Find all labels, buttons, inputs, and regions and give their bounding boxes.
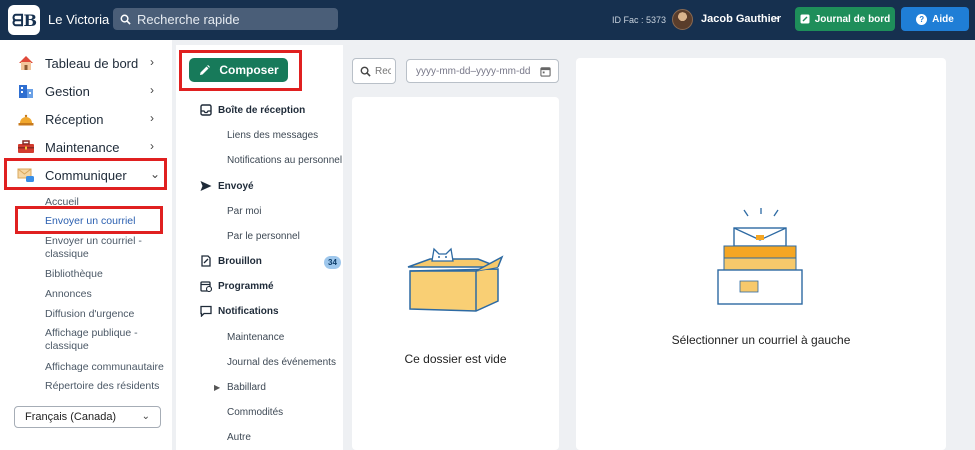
empty-box-cat-illustration xyxy=(407,247,504,312)
svg-text:ᗺB: ᗺB xyxy=(12,11,37,30)
sidebar-item-label: Maintenance xyxy=(45,140,120,155)
chevron-right-icon: › xyxy=(150,111,154,125)
folder-notifications[interactable]: Notifications xyxy=(218,306,279,317)
avatar[interactable] xyxy=(672,9,693,30)
sidebar: Tableau de bord › Gestion › Réception › … xyxy=(0,40,172,450)
folder-inbox-staff-notifications[interactable]: Notifications au personnel xyxy=(227,155,342,166)
app-name: Le Victoria xyxy=(48,12,110,27)
select-email-text: Sélectionner un courriel à gauche xyxy=(671,333,851,347)
journal-button[interactable]: Journal de bord xyxy=(795,7,895,31)
app-logo[interactable]: ᗺB xyxy=(8,5,40,35)
folder-draft[interactable]: Brouillon xyxy=(218,256,262,267)
user-name[interactable]: Jacob Gauthier xyxy=(701,13,781,25)
draft-count-badge: 34 xyxy=(324,256,341,269)
folder-sent-by-staff[interactable]: Par le personnel xyxy=(227,231,300,242)
sidebar-subitem-affichage-publique[interactable]: Affichage publique - classique xyxy=(45,327,170,353)
highlight-envoyer-courriel xyxy=(15,206,163,234)
inbox-icon xyxy=(200,104,212,116)
sidebar-subitem-bibliotheque[interactable]: Bibliothèque xyxy=(45,268,170,281)
pencil-note-icon xyxy=(800,14,810,24)
toolbox-icon xyxy=(18,140,34,153)
chevron-down-icon: ⌄ xyxy=(141,411,150,422)
message-detail-pane: Sélectionner un courriel à gauche xyxy=(576,58,946,450)
language-select[interactable]: Français (Canada) ⌄ xyxy=(14,406,161,428)
sidebar-item-label: Tableau de bord xyxy=(45,56,139,71)
chat-bubble-icon xyxy=(200,305,212,317)
folder-panel: Composer Boîte de réception Liens des me… xyxy=(176,45,343,450)
house-icon xyxy=(19,56,33,70)
folder-inbox-links[interactable]: Liens des messages xyxy=(227,130,318,141)
question-icon: ? xyxy=(916,13,928,25)
folder-inbox[interactable]: Boîte de réception xyxy=(218,105,305,116)
top-bar: ᗺB Le Victoria Recherche rapide ID Fac :… xyxy=(0,0,975,40)
sidebar-item-gestion[interactable]: Gestion › xyxy=(0,78,172,104)
folder-notif-autre[interactable]: Autre xyxy=(227,432,251,443)
sidebar-item-label: Gestion xyxy=(45,84,90,99)
sidebar-subitem-affichage-communautaire[interactable]: Affichage communautaire xyxy=(45,361,170,374)
folder-scheduled[interactable]: Programmé xyxy=(218,281,274,292)
folder-notif-event-log[interactable]: Journal des événements xyxy=(227,357,336,368)
sidebar-subitem-envoyer-classique[interactable]: Envoyer un courriel - classique xyxy=(45,235,170,261)
folder-sent-by-me[interactable]: Par moi xyxy=(227,206,261,217)
draft-icon xyxy=(201,255,211,267)
logo-icon: ᗺB xyxy=(12,11,37,30)
sidebar-item-dashboard[interactable]: Tableau de bord › xyxy=(0,50,172,76)
help-label: Aide xyxy=(932,13,954,25)
sidebar-subitem-repertoire[interactable]: Répertoire des résidents xyxy=(45,380,170,393)
sidebar-item-reception[interactable]: Réception › xyxy=(0,106,172,132)
service-bell-icon xyxy=(18,114,34,126)
folder-notif-babillard[interactable]: Babillard xyxy=(227,382,266,393)
sidebar-item-maintenance[interactable]: Maintenance › xyxy=(0,134,172,160)
calendar-clock-icon xyxy=(200,281,212,292)
message-list-pane: Ce dossier est vide xyxy=(352,97,559,450)
chevron-down-icon[interactable]: ⌄ xyxy=(773,11,781,22)
sidebar-subitem-diffusion-urgence[interactable]: Diffusion d'urgence xyxy=(45,308,170,321)
sidebar-item-label: Réception xyxy=(45,112,104,127)
caret-right-icon[interactable]: ▶ xyxy=(214,383,220,392)
date-range-field[interactable]: yyyy-mm-dd–yyyy-mm-dd xyxy=(406,59,559,83)
chevron-right-icon: › xyxy=(150,139,154,153)
chevron-right-icon: › xyxy=(150,55,154,69)
building-icon xyxy=(19,85,33,98)
send-icon xyxy=(200,181,212,191)
highlight-compose xyxy=(179,50,302,91)
message-search-input[interactable] xyxy=(375,65,391,77)
journal-label: Journal de bord xyxy=(814,13,891,25)
folder-notif-commodites[interactable]: Commodités xyxy=(227,407,283,418)
message-search[interactable] xyxy=(352,58,396,84)
language-value: Français (Canada) xyxy=(25,411,117,423)
folder-sent[interactable]: Envoyé xyxy=(218,181,254,192)
search-icon xyxy=(120,14,131,25)
chevron-right-icon: › xyxy=(150,83,154,97)
facility-id: ID Fac : 5373 xyxy=(612,15,667,25)
date-range-placeholder: yyyy-mm-dd–yyyy-mm-dd xyxy=(416,65,531,77)
sidebar-subitem-annonces[interactable]: Annonces xyxy=(45,288,170,301)
quick-search[interactable]: Recherche rapide xyxy=(113,8,338,30)
calendar-icon[interactable] xyxy=(540,66,551,77)
help-button[interactable]: ? Aide xyxy=(901,7,969,31)
search-icon xyxy=(360,66,371,77)
quick-search-placeholder: Recherche rapide xyxy=(137,11,240,27)
empty-folder-text: Ce dossier est vide xyxy=(404,352,507,366)
folder-notif-maintenance[interactable]: Maintenance xyxy=(227,332,284,343)
envelope-packages-illustration xyxy=(717,208,803,305)
highlight-communiquer xyxy=(4,158,167,190)
